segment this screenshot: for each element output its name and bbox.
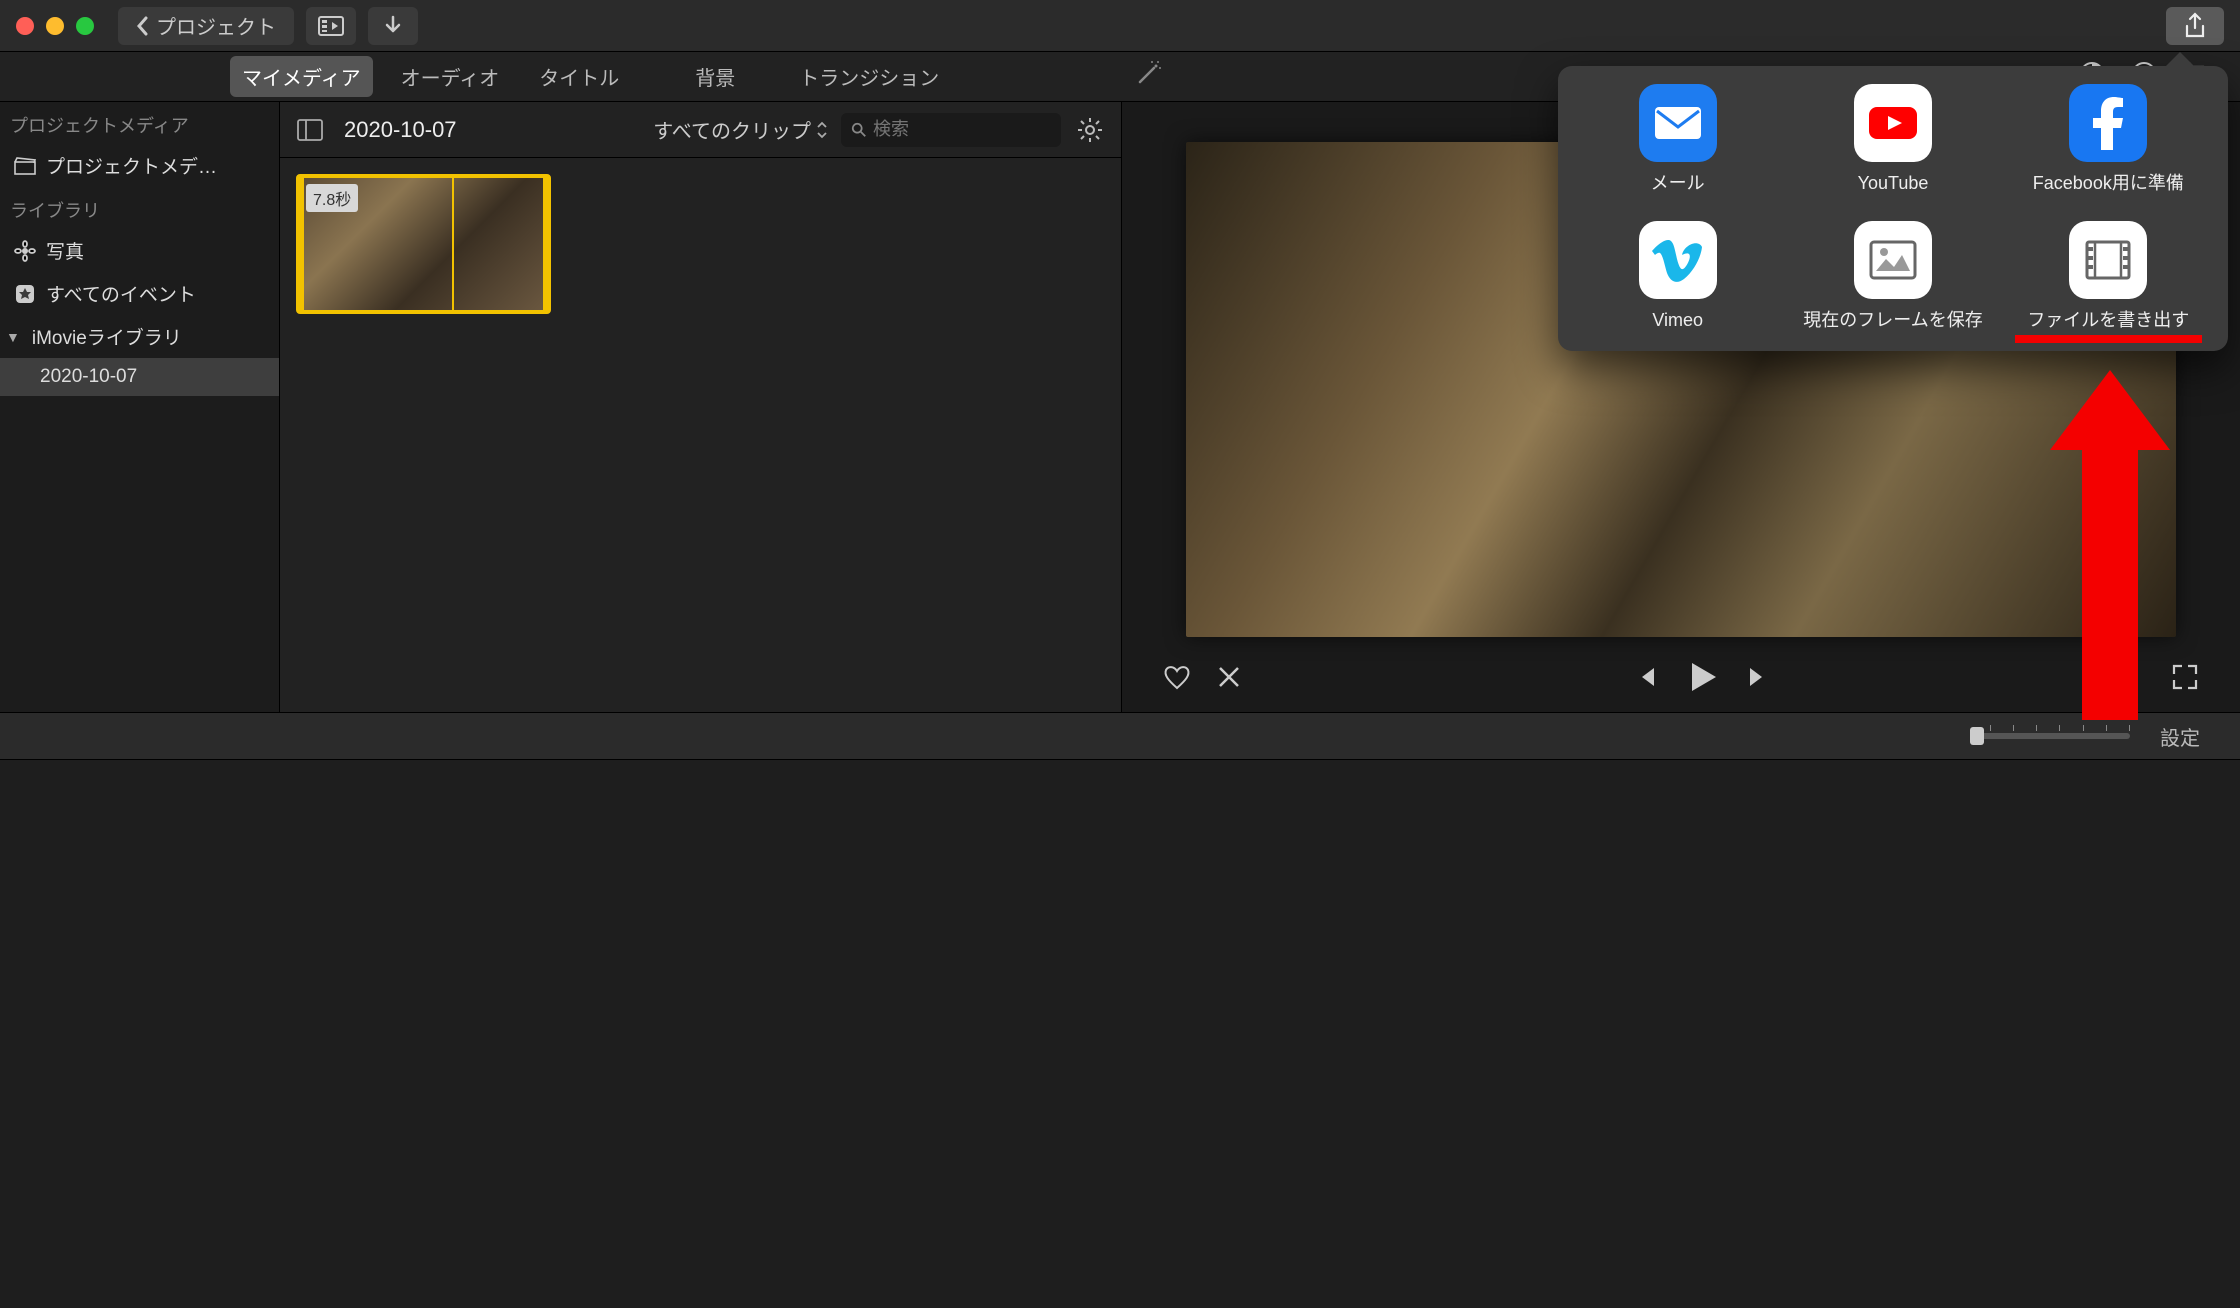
film-file-icon (2069, 221, 2147, 299)
back-label: プロジェクト (156, 11, 276, 40)
browser-toolbar: 2020-10-07 すべてのクリップ (280, 102, 1121, 158)
filmstrip-icon (318, 16, 344, 36)
vimeo-icon (1639, 221, 1717, 299)
project-media-header: プロジェクトメディア (0, 102, 279, 144)
sidebar-layout-icon (297, 119, 323, 141)
share-option-facebook[interactable]: Facebook用に準備 (2001, 84, 2216, 195)
flower-icon (14, 240, 36, 262)
timeline-toolbar: 設定 (0, 712, 2240, 760)
tab-backgrounds[interactable]: 背景 (683, 56, 747, 97)
share-label: Facebook用に準備 (2033, 172, 2184, 195)
sidebar-item-label: すべてのイベント (46, 280, 196, 307)
title-bar: プロジェクト (0, 0, 2240, 52)
reject-button[interactable] (1214, 662, 1244, 697)
browser-title: 2020-10-07 (344, 117, 457, 143)
clip-browser: 2020-10-07 すべてのクリップ 7.8秒 (280, 102, 1122, 712)
share-option-youtube[interactable]: YouTube (1785, 84, 2000, 195)
image-frame-icon (1854, 221, 1932, 299)
filter-label: すべてのクリップ (653, 115, 811, 144)
share-option-vimeo[interactable]: Vimeo (1570, 221, 1785, 332)
sidebar-item-imovie-library[interactable]: ▼ iMovieライブラリ (0, 315, 279, 358)
youtube-icon (1854, 84, 1932, 162)
search-icon (851, 121, 867, 139)
tab-my-media[interactable]: マイメディア (230, 56, 373, 97)
heart-icon (1162, 662, 1192, 692)
close-window-button[interactable] (16, 17, 34, 35)
skip-forward-icon (1744, 662, 1774, 692)
clip-grid[interactable]: 7.8秒 (280, 158, 1121, 712)
playback-controls (1122, 647, 2240, 712)
sidebar-item-all-events[interactable]: すべてのイベント (0, 272, 279, 315)
share-option-save-frame[interactable]: 現在のフレームを保存 (1785, 221, 2000, 332)
clapperboard-icon (14, 157, 36, 175)
chevron-left-icon (136, 16, 150, 36)
import-button[interactable] (368, 7, 418, 45)
clip-trim-handle-left[interactable] (296, 178, 304, 310)
updown-chevron-icon (815, 120, 829, 140)
sidebar-item-label: プロジェクトメデ… (46, 152, 217, 179)
sidebar-item-label: 2020-10-07 (40, 366, 137, 388)
sidebar-item-label: iMovieライブラリ (32, 323, 182, 350)
favorite-button[interactable] (1162, 662, 1192, 697)
download-arrow-icon (383, 15, 403, 37)
share-label: メール (1651, 172, 1705, 195)
maximize-window-button[interactable] (76, 17, 94, 35)
gear-icon (1077, 117, 1103, 143)
annotation-underline (2015, 335, 2202, 343)
share-label: Vimeo (1652, 309, 1703, 332)
skip-back-icon (1630, 662, 1660, 692)
back-to-projects-button[interactable]: プロジェクト (118, 7, 294, 45)
mail-icon (1639, 84, 1717, 162)
sidebar-item-event-1[interactable]: 2020-10-07 (0, 358, 279, 396)
play-icon (1682, 657, 1722, 697)
window-controls (16, 17, 94, 35)
share-popover: メール YouTube Facebook用に準備 Vimeo 現在のフレームを保… (1558, 66, 2228, 351)
media-category-tabs: マイメディア オーディオ タイトル 背景 トランジション (0, 52, 1118, 101)
fullscreen-button[interactable] (2170, 662, 2200, 697)
tab-audio[interactable]: オーディオ (389, 56, 512, 97)
facebook-icon (2069, 84, 2147, 162)
prev-frame-button[interactable] (1630, 662, 1660, 697)
sidebar-item-project-media[interactable]: プロジェクトメデ… (0, 144, 279, 187)
media-view-button[interactable] (306, 7, 356, 45)
search-input[interactable] (873, 119, 1051, 140)
share-label: YouTube (1858, 172, 1929, 195)
disclosure-triangle-icon: ▼ (6, 329, 20, 345)
star-icon (14, 283, 36, 305)
zoom-slider[interactable] (1970, 733, 2130, 739)
x-icon (1214, 662, 1244, 692)
timeline-settings-button[interactable]: 設定 (2160, 722, 2200, 751)
sidebar-item-photos[interactable]: 写真 (0, 229, 279, 272)
share-label: 現在のフレームを保存 (1803, 309, 1982, 332)
share-option-mail[interactable]: メール (1570, 84, 1785, 195)
library-sidebar: プロジェクトメディア プロジェクトメデ… ライブラリ 写真 すべてのイベント ▼… (0, 102, 280, 712)
share-icon (2183, 12, 2207, 40)
timeline[interactable] (0, 760, 2240, 1308)
clip-duration-badge: 7.8秒 (306, 184, 358, 212)
expand-icon (2170, 662, 2200, 692)
next-frame-button[interactable] (1744, 662, 1774, 697)
play-button[interactable] (1682, 657, 1722, 702)
list-view-toggle[interactable] (294, 114, 326, 146)
share-button[interactable] (2166, 7, 2224, 45)
tab-transitions[interactable]: トランジション (787, 56, 951, 97)
share-option-export-file[interactable]: ファイルを書き出す (2001, 221, 2216, 332)
minimize-window-button[interactable] (46, 17, 64, 35)
zoom-slider-knob[interactable] (1970, 727, 1984, 745)
video-clip-thumbnail[interactable]: 7.8秒 (296, 174, 551, 314)
clip-filter-dropdown[interactable]: すべてのクリップ (653, 115, 829, 144)
share-label: ファイルを書き出す (2027, 309, 2189, 332)
search-field[interactable] (841, 113, 1061, 147)
magic-wand-icon (1134, 58, 1164, 88)
clip-trim-handle-right[interactable] (543, 178, 551, 310)
browser-settings-button[interactable] (1073, 113, 1107, 147)
sidebar-item-label: 写真 (46, 237, 84, 264)
tab-titles[interactable]: タイトル (527, 56, 631, 97)
library-header: ライブラリ (0, 187, 279, 229)
enhance-wand-button[interactable] (1134, 58, 1164, 95)
